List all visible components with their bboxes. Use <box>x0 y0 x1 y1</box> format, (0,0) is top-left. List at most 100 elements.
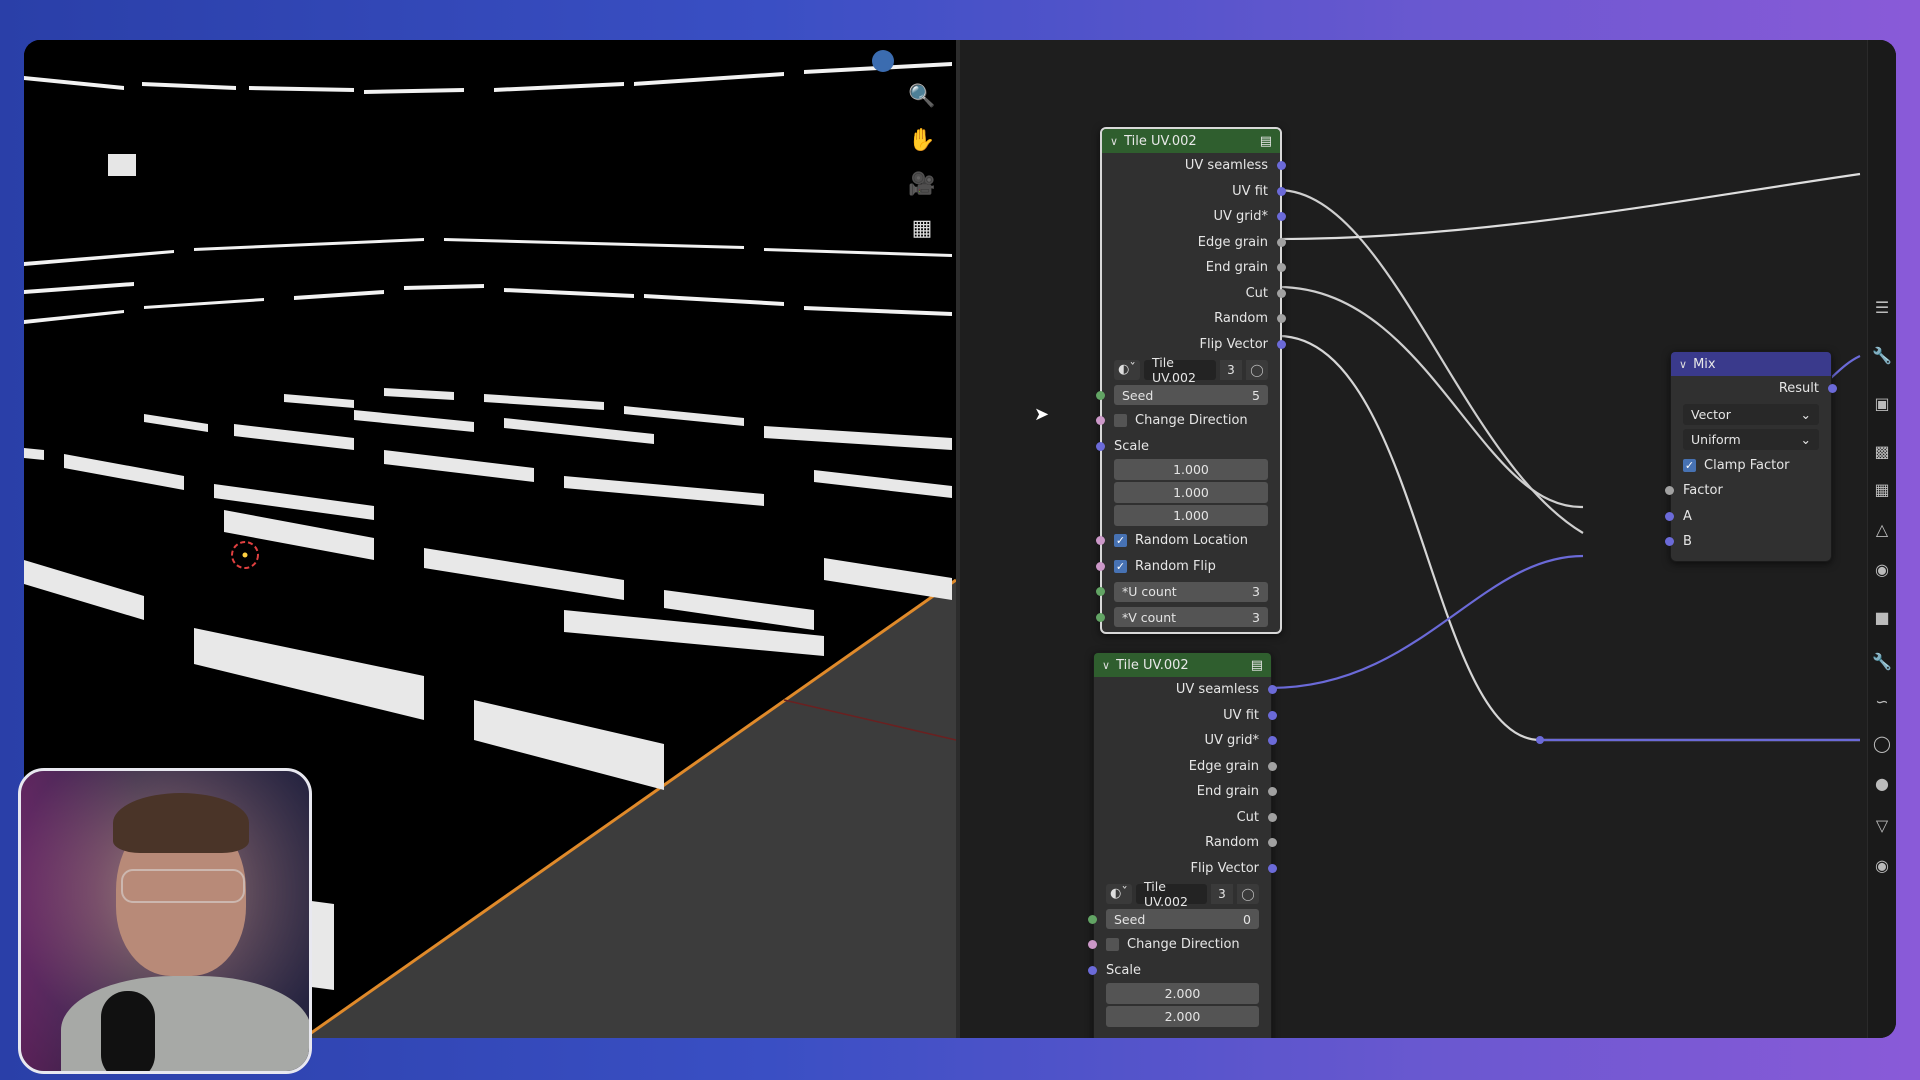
socket-label: Edge grain <box>1188 758 1259 774</box>
modifier-icon[interactable]: 🔧 <box>1872 652 1892 672</box>
output-socket-row: UV grid* <box>1094 728 1277 754</box>
node-header[interactable]: ∨ Tile UV.002 ▤ <box>1094 653 1271 677</box>
output-socket-row: UV grid* <box>1102 204 1286 230</box>
random-location-checkbox[interactable]: ✓ <box>1114 534 1127 548</box>
output-socket[interactable] <box>1277 288 1286 298</box>
output-socket-row: UV fit <box>1094 703 1277 729</box>
view-layer-icon[interactable]: ▦ <box>1872 480 1892 500</box>
fake-user-shield-icon[interactable]: ◯ <box>1246 359 1268 380</box>
zoom-icon[interactable]: 🔍 <box>906 80 938 112</box>
data-type-dropdown[interactable]: Vector ⌄ <box>1683 403 1819 425</box>
field-label: Seed <box>1114 911 1146 927</box>
input-socket[interactable] <box>1096 416 1105 425</box>
scale-z-field[interactable]: 1.000 <box>1114 505 1268 526</box>
input-socket[interactable] <box>1096 587 1105 596</box>
world-icon[interactable]: ◉ <box>1872 560 1892 580</box>
user-count[interactable]: 3 <box>1211 883 1233 904</box>
field-label: *U count <box>1122 584 1177 600</box>
output-socket[interactable] <box>1277 263 1286 272</box>
object-icon[interactable]: ■ <box>1872 608 1892 628</box>
wrench-icon[interactable]: 🔧 <box>1872 346 1892 366</box>
shader-node-editor[interactable]: ∨ Tile UV.002 ▤ UV seamless UV fit UV gr… <box>960 40 1896 1038</box>
scale-x-field[interactable]: 1.000 <box>1114 459 1268 480</box>
mix-node[interactable]: ∨ Mix Result Vector ⌄ Uniform ⌄ ✓ Clamp Fa… <box>1665 351 1837 562</box>
scale-y-field[interactable]: 2.000 <box>1106 1006 1259 1027</box>
scale-y-field[interactable]: 1.000 <box>1114 482 1268 503</box>
tile-uv-node-2[interactable]: ∨ Tile UV.002 ▤ UV seamless UV fit UV gr… <box>1088 652 1277 1038</box>
output-socket[interactable] <box>1268 812 1277 822</box>
collapse-chevron-icon[interactable]: ∨ <box>1679 358 1687 371</box>
scene-icon[interactable]: △ <box>1872 520 1892 540</box>
collapse-chevron-icon[interactable]: ∨ <box>1110 135 1118 148</box>
grid-icon[interactable]: ▦ <box>906 212 938 244</box>
scale-x-field[interactable]: 2.000 <box>1106 983 1259 1004</box>
hand-pan-icon[interactable]: ✋ <box>906 124 938 156</box>
user-count[interactable]: 3 <box>1220 359 1242 380</box>
input-socket[interactable] <box>1088 914 1097 924</box>
physics-icon[interactable]: ◯ <box>1872 734 1892 754</box>
clamp-factor-checkbox[interactable]: ✓ <box>1683 458 1696 472</box>
output-socket[interactable] <box>1277 237 1286 247</box>
tile-uv-node-1[interactable]: ∨ Tile UV.002 ▤ UV seamless UV fit UV gr… <box>1096 127 1286 634</box>
render-icon[interactable]: ▣ <box>1872 394 1892 414</box>
material-icon[interactable]: ◉ <box>1872 856 1892 876</box>
node-tree-icon[interactable]: ◐ˇ <box>1114 359 1140 380</box>
output-socket[interactable] <box>1277 339 1286 349</box>
change-direction-checkbox[interactable] <box>1106 938 1119 952</box>
viewport-gizmo-dot[interactable] <box>872 50 894 72</box>
output-socket[interactable] <box>1277 314 1286 323</box>
node-group-icon[interactable]: ▤ <box>1260 134 1272 149</box>
constraints-icon[interactable]: ● <box>1872 774 1892 794</box>
node-header[interactable]: ∨ Tile UV.002 ▤ <box>1102 129 1280 153</box>
particles-icon[interactable]: ∽ <box>1872 692 1892 712</box>
output-socket[interactable] <box>1268 838 1277 847</box>
output-socket[interactable] <box>1268 863 1277 873</box>
collapse-chevron-icon[interactable]: ∨ <box>1102 659 1110 672</box>
data-icon[interactable]: ▽ <box>1872 816 1892 836</box>
input-socket[interactable] <box>1665 511 1674 521</box>
output-socket[interactable] <box>1277 161 1286 170</box>
v-count-field[interactable]: *V count 3 <box>1114 607 1268 628</box>
input-socket[interactable] <box>1665 486 1674 495</box>
node-group-icon[interactable]: ▤ <box>1251 658 1263 673</box>
output-socket[interactable] <box>1277 212 1286 221</box>
output-socket-row: UV seamless <box>1102 153 1286 179</box>
socket-label: End grain <box>1196 784 1259 800</box>
node-group-selector[interactable]: ◐ˇ Tile UV.002 3 ◯ <box>1106 879 1259 909</box>
output-socket[interactable] <box>1277 186 1286 196</box>
input-socket[interactable] <box>1096 612 1105 622</box>
node-group-selector[interactable]: ◐ˇ Tile UV.002 3 ◯ <box>1114 355 1268 385</box>
change-direction-checkbox[interactable] <box>1114 414 1127 428</box>
datablock-name[interactable]: Tile UV.002 <box>1136 879 1207 909</box>
data-type-row: Vector ⌄ <box>1671 402 1831 428</box>
random-flip-checkbox[interactable]: ✓ <box>1114 559 1127 573</box>
output-icon[interactable]: ▩ <box>1872 442 1892 462</box>
input-socket[interactable] <box>1088 940 1097 949</box>
socket-label: Edge grain <box>1197 234 1268 250</box>
socket-label: UV seamless <box>1175 682 1259 698</box>
node-header[interactable]: ∨ Mix <box>1671 352 1831 376</box>
output-socket-row: Flip Vector <box>1094 856 1277 882</box>
output-socket[interactable] <box>1268 710 1277 720</box>
seed-field[interactable]: Seed 5 <box>1114 385 1268 406</box>
input-socket[interactable] <box>1096 561 1105 571</box>
output-socket[interactable] <box>1268 787 1277 796</box>
output-socket[interactable] <box>1828 384 1837 393</box>
input-socket[interactable] <box>1096 536 1105 545</box>
node-tree-icon[interactable]: ◐ˇ <box>1106 883 1132 904</box>
camera-icon[interactable]: 🎥 <box>906 168 938 200</box>
datablock-name[interactable]: Tile UV.002 <box>1144 355 1216 385</box>
seed-field[interactable]: Seed 0 <box>1106 909 1259 930</box>
input-socket[interactable] <box>1096 390 1105 400</box>
input-socket[interactable] <box>1088 965 1097 975</box>
output-socket[interactable] <box>1268 761 1277 771</box>
output-socket[interactable] <box>1268 736 1277 745</box>
u-count-field[interactable]: *U count 3 <box>1114 581 1268 602</box>
fake-user-shield-icon[interactable]: ◯ <box>1237 883 1259 904</box>
tool-icon[interactable]: ☰ <box>1872 298 1892 318</box>
factor-mode-dropdown[interactable]: Uniform ⌄ <box>1683 429 1819 451</box>
output-socket[interactable] <box>1268 685 1277 694</box>
input-socket[interactable] <box>1665 537 1674 546</box>
input-socket[interactable] <box>1096 441 1105 451</box>
change-direction-row: Change Direction <box>1088 932 1271 958</box>
